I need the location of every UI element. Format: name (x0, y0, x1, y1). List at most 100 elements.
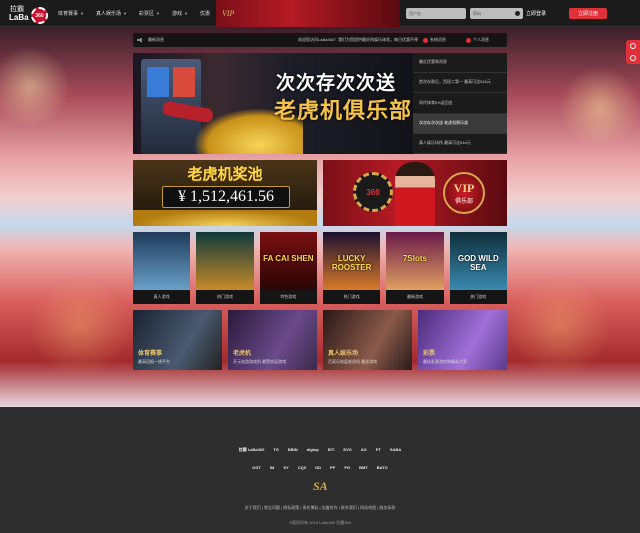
nav-item-sports[interactable]: 体育赛事 ▼ (52, 0, 90, 27)
speaker-icon (137, 37, 142, 43)
jackpot-title: 老虎机奖池 (187, 166, 263, 183)
game-logo-text: FA CAI SHEN (263, 254, 314, 263)
hero-headline-1: 次次存次次送 (276, 73, 397, 94)
message-dot-icon (466, 37, 471, 43)
game-caption: 真人游戏 (133, 290, 191, 304)
game-caption: 热门游戏 (449, 290, 507, 304)
nav-item-live-casino[interactable]: 真人娱乐场 ▼ (90, 0, 133, 27)
logo-chip-icon: 360 (31, 7, 48, 24)
username-input[interactable]: 用户名 (406, 8, 466, 19)
provider-logo: AG (360, 447, 367, 452)
slot-screen-image (147, 67, 169, 97)
eye-icon[interactable] (515, 11, 520, 16)
nav-item-vip[interactable]: VIP (215, 0, 400, 27)
chevron-down-icon: ▼ (183, 11, 188, 16)
model-image (395, 162, 435, 226)
hero-menu-item[interactable]: 真人娱乐场所 最高可达518元 (413, 134, 507, 154)
copyright: ©版权所有 2019 LaBa360 拉霸360 (289, 520, 351, 525)
provider-logo: EVO (343, 447, 352, 452)
hero-menu-item[interactable]: 最近优惠和消息 (413, 53, 507, 74)
system-messages-link[interactable]: 系统消息 (423, 37, 446, 43)
slot-screen-image (173, 67, 195, 97)
provider-logo: BBIN (287, 447, 298, 452)
card-title: 老虎机 (233, 351, 252, 357)
game-caption: 热门游戏 (322, 290, 381, 304)
nav-label: 体育赛事 (58, 11, 79, 17)
provider-logo: IM (269, 465, 275, 470)
provider-logos-row-2: GGT IM SY CQ9 GD PP PG BMT BATO (0, 462, 640, 473)
gold-coins-image (133, 210, 317, 226)
game-logo-text: 7Slots (402, 254, 427, 263)
category-cards: 体育赛事 最高回报一线平台 老虎机 开元电游游戏机 最受欢迎游戏 真人娱乐场 百… (133, 310, 507, 370)
site-logo[interactable]: 拉霸 LaBa 360 (9, 4, 49, 24)
game-tile[interactable]: 真人游戏 (133, 232, 191, 304)
provider-logos-row-1: 拉霸 LaBa360 TG BBIN digtop BTI EVO AG PT … (0, 444, 640, 455)
username-placeholder: 用户名 (409, 10, 421, 16)
announcement-label: 最新消息 (148, 37, 164, 42)
game-tile[interactable]: FA CAI SHEN 特色游戏 (259, 232, 317, 304)
nav-item-lottery[interactable]: 彩票区 ▼ (133, 0, 166, 27)
register-button[interactable]: 立即注册 (569, 8, 607, 19)
card-title: 体育赛事 (138, 351, 163, 357)
game-art (133, 232, 191, 290)
provider-logo: CQ9 (297, 465, 306, 470)
hero-menu-item[interactable]: 同代体育5%返回金 (413, 93, 507, 114)
game-caption: 特色游戏 (259, 290, 317, 304)
provider-logo: SABA (389, 447, 402, 452)
game-tile[interactable]: 7Slots 最新游戏 (386, 232, 444, 304)
provider-logo: PG (344, 465, 351, 470)
game-logo-text: LUCKY ROOSTER (331, 254, 372, 272)
vip-badge-top: VIP (453, 181, 475, 195)
announcement-bar: 最新消息 欢迎您访问LaBa360！我们为您提供最好的娱乐体验，每日优惠不停 系… (133, 33, 507, 47)
chevron-down-icon: ▼ (155, 11, 160, 16)
game-tile[interactable]: 热门游戏 (196, 232, 254, 304)
footer-links[interactable]: 关于我们 | 常见问题 | 隐私政策 | 责任博彩 | 加盟合作 | 联系我们 … (0, 505, 640, 511)
hero-banner[interactable]: 次次存次次送 老虎机俱乐部 (133, 53, 413, 154)
phone-icon[interactable] (630, 55, 636, 61)
provider-logo: digtop (306, 447, 319, 452)
game-tile[interactable]: LUCKY ROOSTER 热门游戏 (322, 232, 381, 304)
game-art (196, 232, 254, 290)
side-support-tab[interactable] (626, 40, 640, 64)
nav-item-games[interactable]: 游戏 ▼ (166, 0, 194, 27)
category-card-slots[interactable]: 老虎机 开元电游游戏机 最受欢迎游戏 (228, 310, 317, 370)
hero-menu-item-active[interactable]: 次次存次次送 老虎机俱乐部 (413, 113, 507, 134)
card-title: 彩票 (423, 351, 436, 357)
provider-logo: 拉霸 LaBa360 (238, 446, 265, 452)
sa-gaming-logo: SA (313, 479, 328, 493)
category-card-live-casino[interactable]: 真人娱乐场 百家乐轮盘老虎机 最佳游戏 (323, 310, 412, 370)
login-button[interactable]: 立即登录 (525, 8, 547, 19)
logo-text-bottom: LaBa (9, 13, 29, 22)
game-tile[interactable]: GOD WILD SEA 热门游戏 (449, 232, 507, 304)
hero-menu-item[interactable]: 首次存款后，西班二第一 最高可达518元 (413, 73, 507, 94)
game-logo-text: GOD WILD SEA (457, 254, 499, 272)
password-input[interactable]: 密码 (470, 8, 523, 19)
password-placeholder: 密码 (473, 10, 481, 16)
game-grid: 真人游戏 热门游戏 FA CAI SHEN 特色游戏 LUCKY ROOSTER… (133, 232, 507, 304)
chat-icon[interactable] (630, 43, 636, 49)
category-card-sports[interactable]: 体育赛事 最高回报一线平台 (133, 310, 222, 370)
nav-label: 优惠 (199, 11, 210, 17)
chevron-down-icon: ▼ (123, 11, 127, 16)
hero-headline-2: 老虎机俱乐部 (274, 98, 413, 123)
provider-logo: BATO (376, 465, 388, 470)
nav-item-promotions[interactable]: 优惠 (194, 0, 216, 27)
card-subtitle: 百家乐轮盘老虎机 最佳游戏 (328, 359, 378, 364)
jackpot-amount: ¥ 1,512,461.56 (162, 186, 290, 208)
jackpot-promo[interactable]: 老虎机奖池 ¥ 1,512,461.56 (133, 160, 317, 226)
hero-menu: 最近优惠和消息 首次存款后，西班二第一 最高可达518元 同代体育5%返回金 次… (413, 53, 507, 154)
provider-logo: GD (314, 465, 321, 470)
announcement-text[interactable]: 欢迎您访问LaBa360！我们为您提供最好的娱乐体验，每日优惠不停 (298, 37, 418, 43)
message-dot-icon (423, 37, 428, 43)
top-navbar: 拉霸 LaBa 360 体育赛事 ▼ 真人娱乐场 ▼ 彩票区 ▼ 游戏 ▼ 优惠 VIP… (0, 0, 640, 27)
category-card-lottery[interactable]: 彩票 最佳彩票游戏和精彩大奖 (418, 310, 507, 370)
card-title: 真人娱乐场 (328, 351, 359, 357)
vip-badge: VIP 俱乐部 (443, 172, 485, 214)
personal-messages-label: 个人消息 (473, 37, 489, 42)
personal-messages-link[interactable]: 个人消息 (466, 37, 489, 43)
provider-logo: GGT (252, 465, 261, 470)
game-caption: 热门游戏 (196, 290, 254, 304)
vip-promo[interactable]: 360 VIP 俱乐部 (323, 160, 507, 226)
provider-logo: PP (329, 465, 336, 470)
card-subtitle: 最高回报一线平台 (138, 359, 170, 364)
